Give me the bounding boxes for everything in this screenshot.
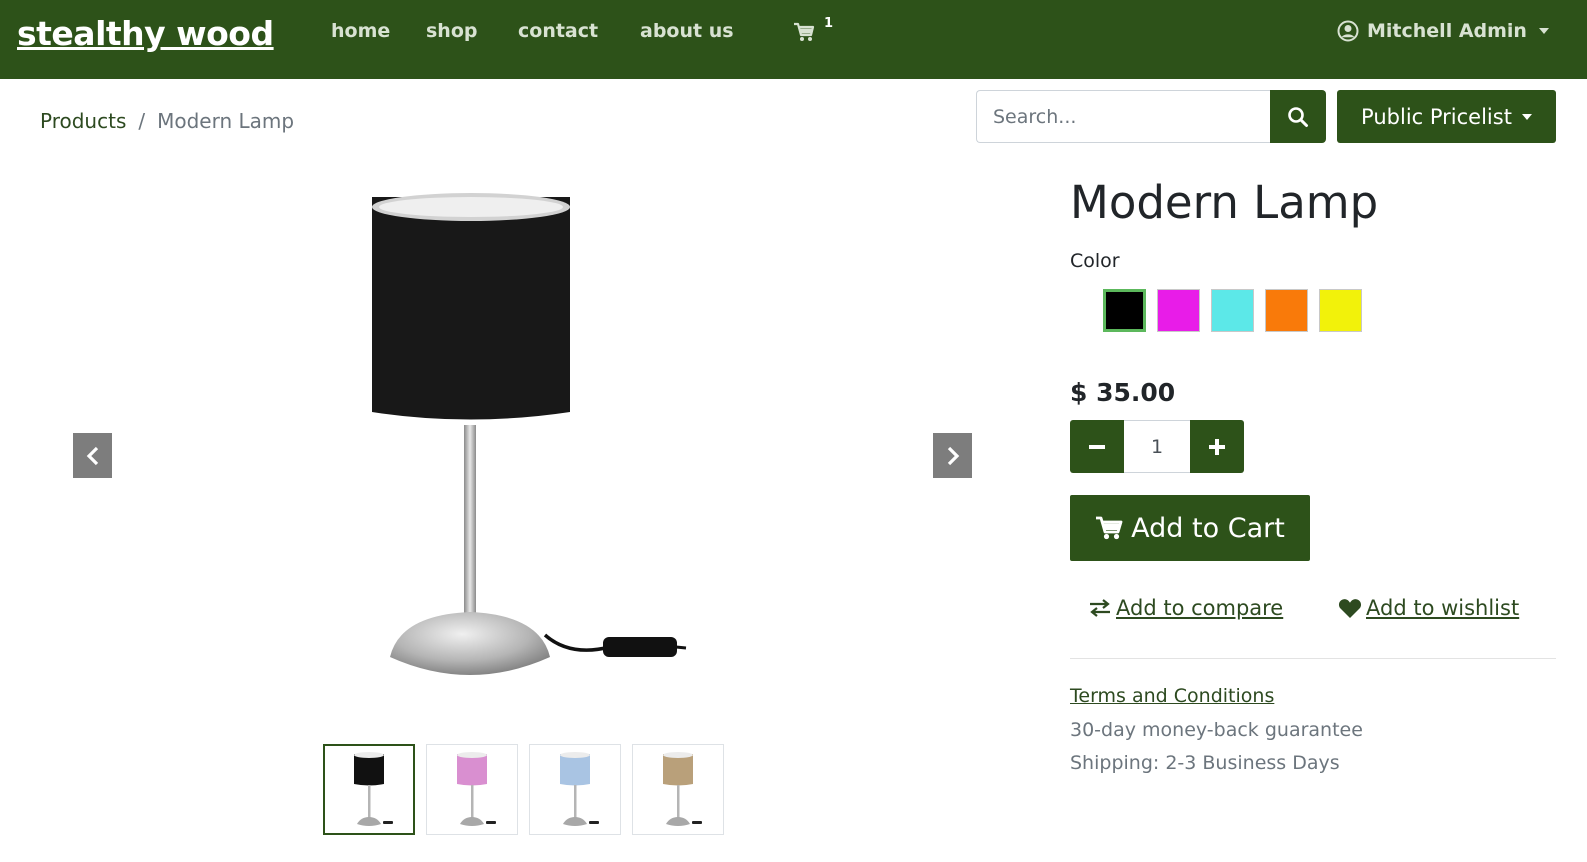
breadcrumb: Products / Modern Lamp — [40, 109, 294, 133]
search-icon — [1288, 106, 1308, 127]
search-input[interactable] — [976, 90, 1271, 143]
thumbnail-light-blue-lamp[interactable] — [529, 744, 621, 835]
cart-icon — [794, 22, 815, 41]
guarantee-text: 30-day money-back guarantee — [1070, 719, 1363, 741]
user-menu-dropdown[interactable]: Mitchell Admin — [1337, 18, 1549, 44]
color-swatch-magenta[interactable] — [1157, 289, 1200, 332]
add-to-wishlist-link[interactable]: Add to wishlist — [1338, 596, 1519, 620]
color-swatch-cyan[interactable] — [1211, 289, 1254, 332]
exchange-icon — [1090, 599, 1110, 617]
add-to-compare-link[interactable]: Add to compare — [1088, 596, 1283, 620]
chevron-left-icon — [86, 446, 98, 465]
chevron-down-icon — [1521, 113, 1532, 120]
brand-logo[interactable]: stealthy wood — [17, 14, 274, 53]
nav-link-home[interactable]: home — [331, 20, 390, 42]
chevron-down-icon — [1538, 28, 1549, 34]
lamp-thumbnail-image — [560, 751, 599, 826]
product-main-image — [372, 193, 687, 675]
minus-icon — [1089, 444, 1105, 449]
breadcrumb-current: Modern Lamp — [157, 109, 295, 133]
color-swatch-orange[interactable] — [1265, 289, 1308, 332]
add-to-compare-label: Add to compare — [1116, 596, 1284, 620]
nav-link-contact[interactable]: contact — [518, 20, 598, 42]
divider — [1070, 658, 1556, 659]
color-swatch-yellow[interactable] — [1319, 289, 1362, 332]
top-navbar: stealthy wood home shop contact about us… — [0, 0, 1587, 79]
color-swatches — [1103, 289, 1362, 332]
product-title: Modern Lamp — [1070, 176, 1379, 229]
quantity-decrease-button[interactable] — [1070, 420, 1124, 473]
thumbnail-beige-lamp[interactable] — [632, 744, 724, 835]
nav-link-about-us[interactable]: about us — [640, 20, 734, 42]
user-name: Mitchell Admin — [1367, 20, 1527, 42]
nav-cart-button[interactable]: 1 — [793, 16, 837, 46]
add-to-cart-button[interactable]: Add to Cart — [1070, 495, 1310, 561]
breadcrumb-separator: / — [138, 109, 146, 133]
product-image-carousel — [60, 175, 990, 715]
cart-count-badge: 1 — [824, 16, 834, 31]
nav-link-shop[interactable]: shop — [426, 20, 478, 42]
breadcrumb-products-link[interactable]: Products — [40, 109, 126, 133]
thumbnail-black-lamp[interactable] — [323, 744, 415, 835]
color-swatch-black[interactable] — [1103, 289, 1146, 332]
carousel-prev-button[interactable] — [73, 433, 112, 478]
product-price: $ 35.00 — [1070, 378, 1176, 407]
quantity-increase-button[interactable] — [1190, 420, 1244, 473]
lamp-thumbnail-image — [354, 751, 393, 826]
lamp-thumbnail-image — [663, 751, 702, 826]
pricelist-dropdown[interactable]: Public Pricelist — [1337, 90, 1556, 143]
thumbnail-pink-lamp[interactable] — [426, 744, 518, 835]
terms-and-conditions-link[interactable]: Terms and Conditions — [1070, 685, 1274, 707]
search-button[interactable] — [1270, 90, 1326, 143]
plus-icon — [1209, 438, 1225, 455]
heart-icon — [1338, 598, 1362, 618]
thumbnail-strip — [323, 744, 724, 835]
chevron-right-icon — [947, 446, 959, 465]
cart-icon — [1096, 516, 1123, 540]
color-label: Color — [1070, 250, 1120, 272]
user-avatar-icon — [1337, 20, 1359, 42]
quantity-stepper — [1070, 420, 1244, 473]
lamp-thumbnail-image — [457, 751, 496, 826]
carousel-next-button[interactable] — [933, 433, 972, 478]
pricelist-label: Public Pricelist — [1361, 104, 1512, 129]
add-to-cart-label: Add to Cart — [1131, 512, 1285, 544]
quantity-input[interactable] — [1124, 420, 1190, 473]
shipping-text: Shipping: 2-3 Business Days — [1070, 752, 1340, 774]
add-to-wishlist-label: Add to wishlist — [1366, 596, 1520, 620]
